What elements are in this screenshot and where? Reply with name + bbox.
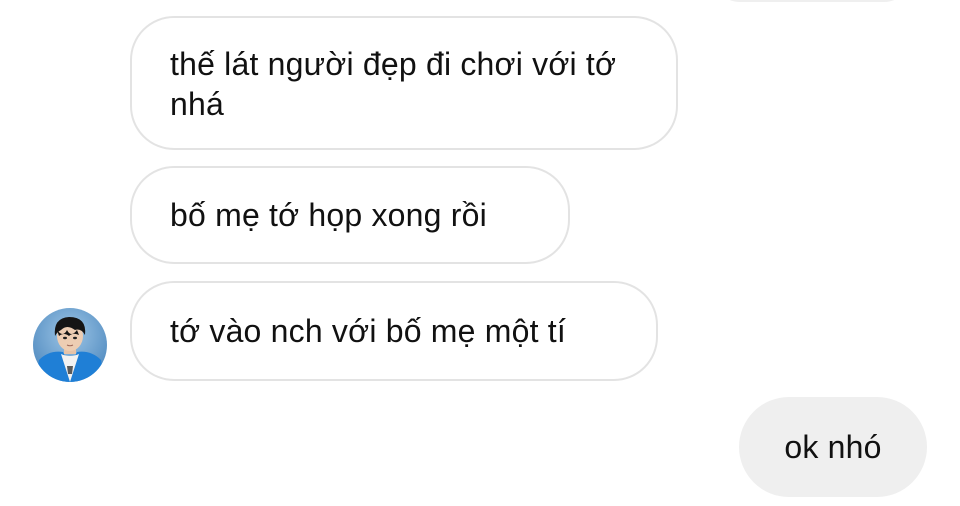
message-text: bố mẹ tớ họp xong rồi — [170, 197, 487, 233]
message-text: thế lát người đẹp đi chơi với tớ nhá — [170, 46, 617, 122]
message-text: tớ vào nch với bố mẹ một tí — [170, 313, 566, 349]
previous-outgoing-message-bubble[interactable] — [712, 0, 912, 2]
message-text: ok nhó — [784, 429, 882, 465]
avatar-photo-icon — [33, 308, 107, 382]
chat-thread: thế lát người đẹp đi chơi với tớ nhá bố … — [0, 0, 960, 506]
contact-avatar[interactable] — [33, 308, 107, 382]
incoming-message-bubble[interactable]: tớ vào nch với bố mẹ một tí — [130, 281, 658, 381]
incoming-message-bubble[interactable]: bố mẹ tớ họp xong rồi — [130, 166, 570, 264]
incoming-message-bubble[interactable]: thế lát người đẹp đi chơi với tớ nhá — [130, 16, 678, 150]
outgoing-message-bubble[interactable]: ok nhó — [739, 397, 927, 497]
